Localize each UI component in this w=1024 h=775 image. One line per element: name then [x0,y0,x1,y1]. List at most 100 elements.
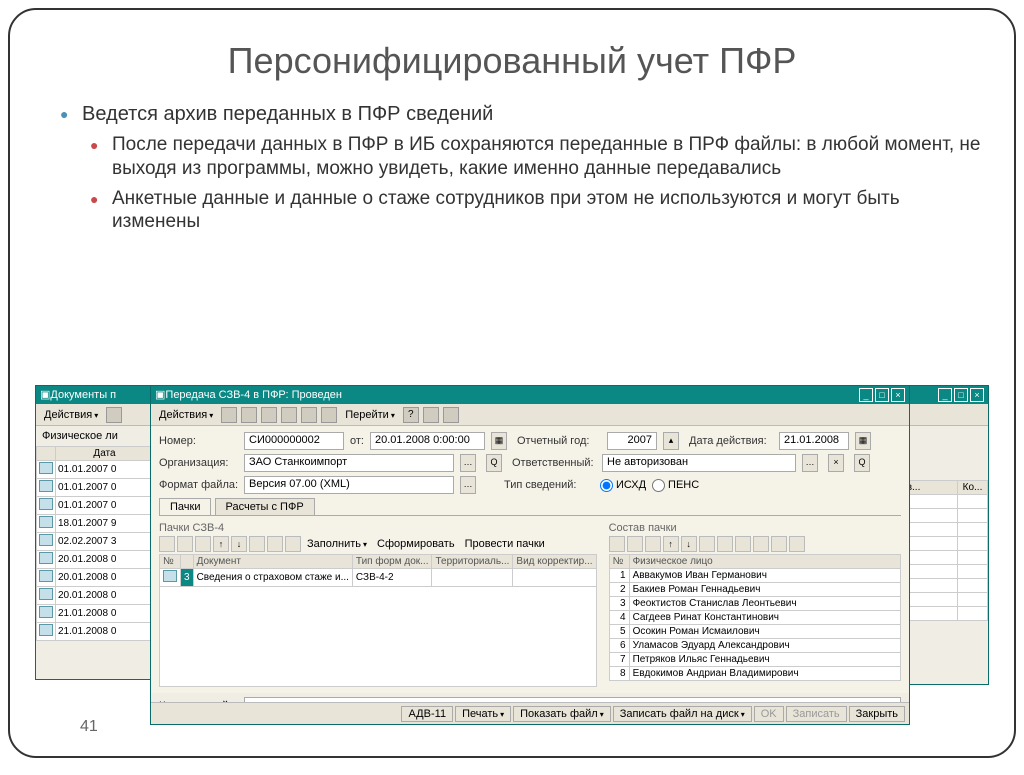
minimize-icon[interactable]: _ [859,388,873,402]
sort-icon[interactable] [249,536,265,552]
list-item[interactable]: 02.02.2007 3 [37,533,154,551]
toolbar-icon[interactable] [281,407,297,423]
pack-doc: Сведения о страховом стаже и... [193,569,352,587]
up-icon[interactable]: ↑ [213,536,229,552]
conduct-button[interactable]: Провести пачки [461,538,549,550]
type-iskh-radio[interactable] [600,479,613,492]
form-button[interactable]: Сформировать [373,538,459,550]
table-row[interactable]: 8Евдокимов Андриан Владимирович [609,667,900,681]
table-row[interactable]: 2Бакиев Роман Геннадьевич [609,583,900,597]
save-to-disk-button[interactable]: Записать файл на диск [613,706,752,722]
toolbar-icon[interactable] [285,536,301,552]
sort-icon[interactable] [267,536,283,552]
list-item[interactable]: 18.01.2007 9 [37,515,154,533]
tab-packs[interactable]: Пачки [159,498,211,515]
bullet-1: Ведется архив переданных в ПФР сведений [60,102,984,127]
adv11-button[interactable]: АДВ-11 [401,706,453,722]
show-file-button[interactable]: Показать файл [513,706,611,722]
action-date-field[interactable]: 21.01.2008 [779,432,849,450]
composition-section-title: Состав пачки [609,522,901,534]
table-row[interactable]: 4Сагдеев Ринат Константинович [609,611,900,625]
edit-icon[interactable] [195,536,211,552]
list-item[interactable]: 21.01.2008 0 [37,623,154,641]
table-row[interactable]: 3Феоктистов Станислав Леонтьевич [609,597,900,611]
add-icon[interactable] [159,536,175,552]
list-item[interactable]: 01.01.2007 0 [37,497,154,515]
actions-menu[interactable]: Действия [155,408,217,422]
sort-icon[interactable] [699,536,715,552]
toolbar-icon[interactable] [261,407,277,423]
save-button[interactable]: Записать [786,706,847,722]
up-icon[interactable]: ↑ [663,536,679,552]
toolbar-icon[interactable] [221,407,237,423]
type-iskh-label: ИСХД [616,479,646,491]
list-item[interactable]: 21.01.2008 0 [37,605,154,623]
toolbar-icon[interactable] [241,407,257,423]
search-icon[interactable]: Q [486,454,502,472]
tab-calculations[interactable]: Расчеты с ПФР [215,498,315,515]
list-item[interactable]: 20.01.2008 0 [37,569,154,587]
add-icon[interactable] [609,536,625,552]
date-picker-icon[interactable]: ▦ [855,432,871,450]
toolbar-icon[interactable] [443,407,459,423]
actions-menu[interactable]: Действия [40,408,102,422]
down-icon[interactable]: ↓ [231,536,247,552]
print-button[interactable]: Печать [455,706,511,722]
toolbar-icon[interactable] [321,407,337,423]
resp-field[interactable]: Не авторизован [602,454,796,472]
stepper-icon[interactable]: ▴ [663,432,679,450]
delete-icon[interactable] [177,536,193,552]
select-icon[interactable]: … [802,454,818,472]
delete-icon[interactable] [627,536,643,552]
clear-icon[interactable]: × [828,454,844,472]
number-field[interactable]: СИ000000002 [244,432,344,450]
toolbar-icon[interactable] [301,407,317,423]
fill-button[interactable]: Заполнить [303,538,371,550]
table-row[interactable]: 6Уламасов Эдуард Александрович [609,639,900,653]
table-row[interactable]: 7Петряков Ильяс Геннадьевич [609,653,900,667]
toolbar-icon[interactable] [423,407,439,423]
close-button[interactable]: Закрыть [849,706,905,722]
toolbar-icon[interactable] [789,536,805,552]
main-window-title: Передача СЗВ-4 в ПФР: Проведен [165,386,859,404]
list-item[interactable]: 20.01.2008 0 [37,587,154,605]
type-pens-label: ПЕНС [668,479,699,491]
date-picker-icon[interactable]: ▦ [491,432,507,450]
close-icon[interactable]: × [891,388,905,402]
goto-menu[interactable]: Перейти [341,408,399,422]
list-item[interactable]: 20.01.2008 0 [37,551,154,569]
minimize-icon[interactable]: _ [938,388,952,402]
select-icon[interactable]: … [460,454,476,472]
maximize-icon[interactable]: □ [954,388,968,402]
pack-number: 3 [181,569,194,587]
year-field[interactable]: 2007 [607,432,657,450]
list-item[interactable]: 01.01.2007 0 [37,461,154,479]
table-row[interactable]: 1Аввакумов Иван Германович [609,569,900,583]
format-field[interactable]: Версия 07.00 (XML) [244,476,454,494]
table-row[interactable]: 5Осокин Роман Исмаилович [609,625,900,639]
type-pens-radio[interactable] [652,479,665,492]
close-icon[interactable]: × [970,388,984,402]
sort-icon[interactable] [717,536,733,552]
down-icon[interactable]: ↓ [681,536,697,552]
toolbar-icon[interactable] [735,536,751,552]
documents-table[interactable]: Дата 01.01.2007 001.01.2007 001.01.2007 … [36,446,154,641]
col-date: Дата [56,447,154,461]
page-number: 41 [80,718,98,736]
from-field[interactable]: 20.01.2008 0:00:00 [370,432,485,450]
help-icon[interactable]: ? [403,407,419,423]
toolbar-icon[interactable] [753,536,769,552]
search-icon[interactable]: Q [854,454,870,472]
composition-table[interactable]: №Физическое лицо 1Аввакумов Иван Германо… [609,554,901,681]
toolbar-icon[interactable] [106,407,122,423]
maximize-icon[interactable]: □ [875,388,889,402]
select-icon[interactable]: … [460,476,476,494]
slide-title: Персонифицированный учет ПФР [40,40,984,82]
list-item[interactable]: 01.01.2007 0 [37,479,154,497]
packs-table[interactable]: №ДокументТип форм док...Территориаль...В… [159,554,597,687]
org-field[interactable]: ЗАО Станкоимпорт [244,454,454,472]
toolbar-icon[interactable] [771,536,787,552]
ok-button[interactable]: OK [754,706,784,722]
from-label: от: [350,435,370,447]
edit-icon[interactable] [645,536,661,552]
